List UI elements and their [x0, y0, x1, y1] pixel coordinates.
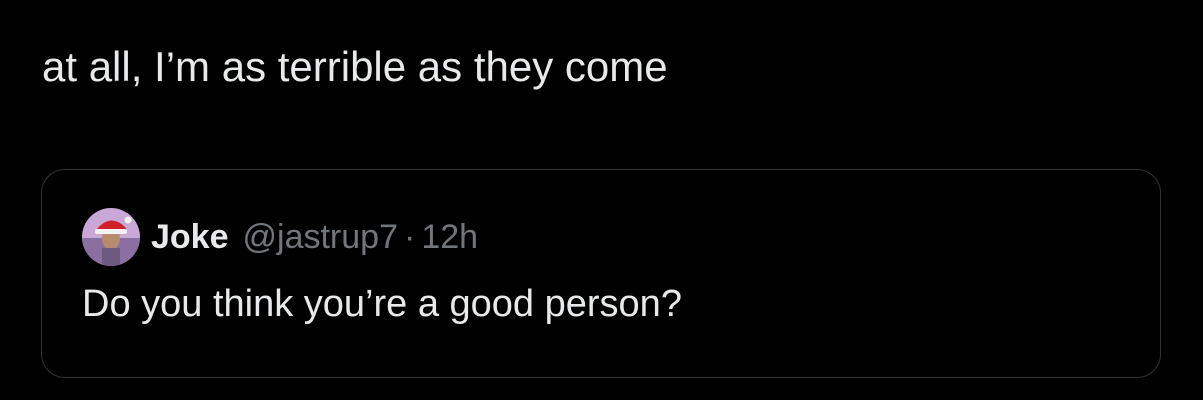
- quoted-tweet-text: Do you think you’re a good person?: [82, 283, 682, 325]
- quoted-tweet-header: Joke @jastrup7 · 12h: [82, 208, 478, 266]
- profile-photo-icon: [82, 208, 140, 266]
- user-handle[interactable]: @jastrup7: [243, 218, 398, 257]
- quoted-tweet-card[interactable]: Joke @jastrup7 · 12h Do you think you’re…: [41, 169, 1161, 378]
- avatar[interactable]: [82, 208, 140, 266]
- timestamp[interactable]: 12h: [421, 218, 478, 257]
- tweet-text: at all, I’m as terrible as they come: [42, 43, 668, 90]
- separator-dot: ·: [403, 217, 416, 256]
- display-name[interactable]: Joke: [151, 218, 229, 257]
